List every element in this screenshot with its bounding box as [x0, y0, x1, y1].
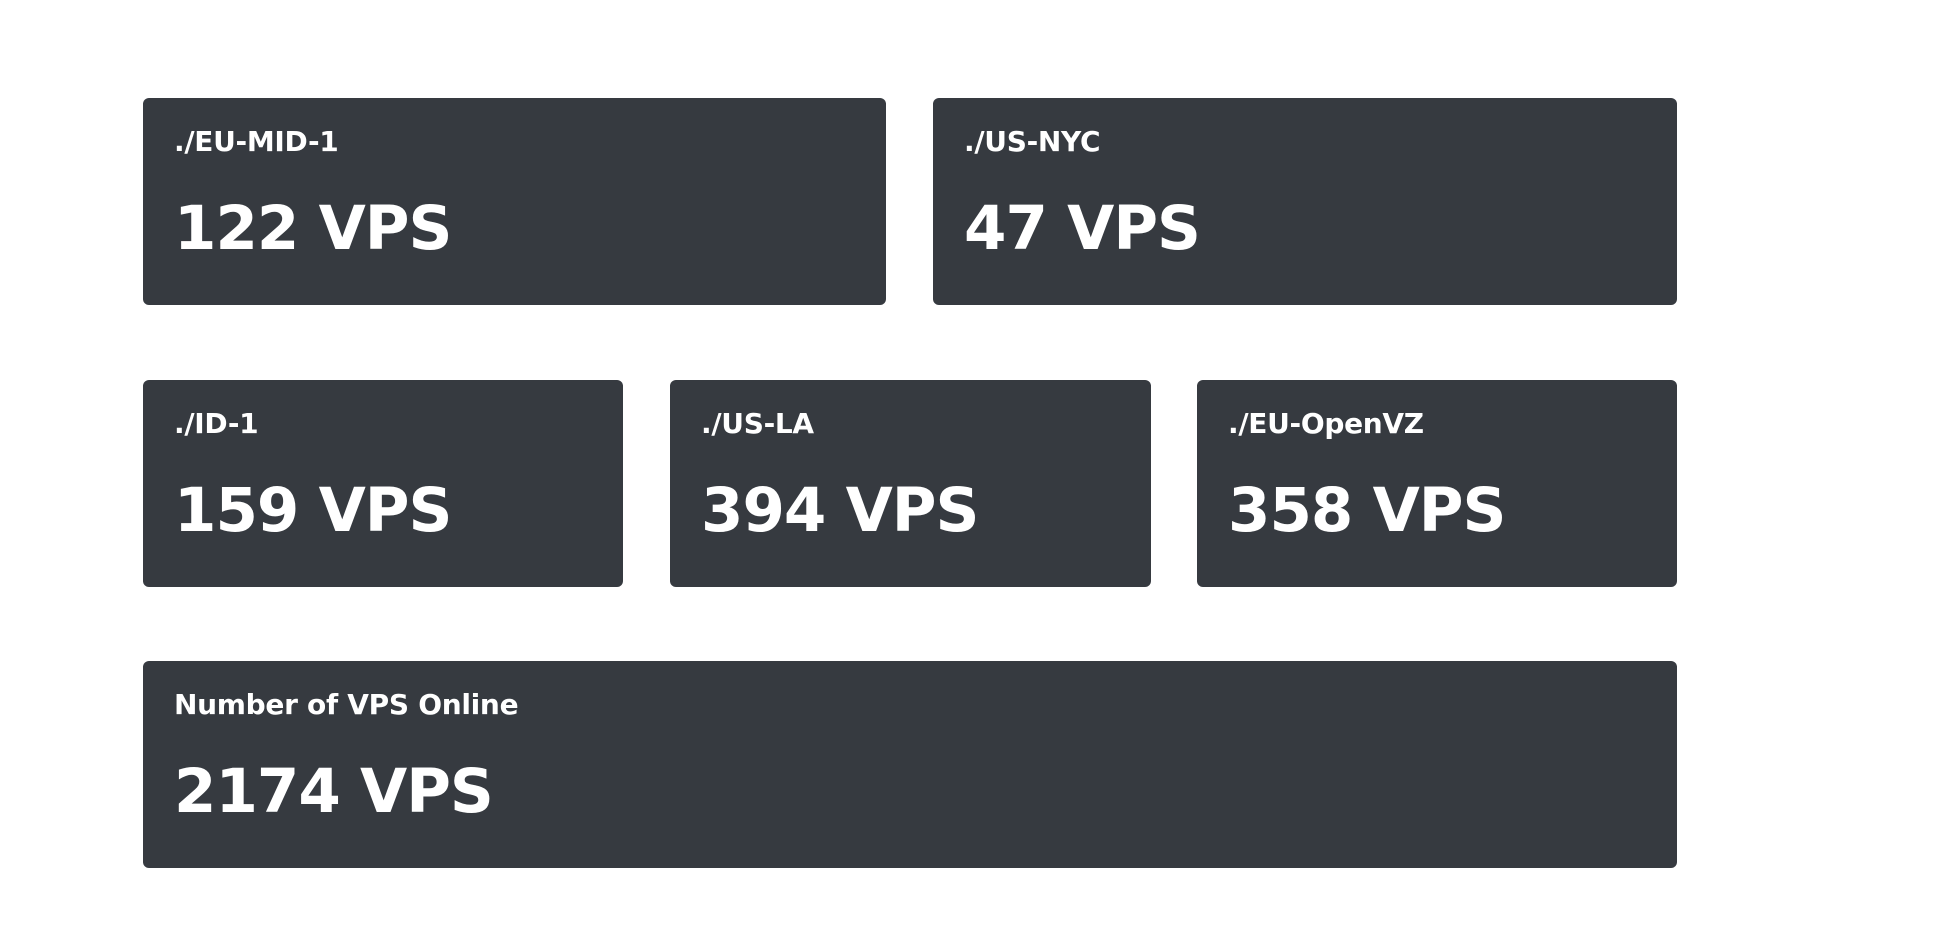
region-name: ./US-LA — [701, 407, 814, 440]
vps-count: 394 VPS — [701, 475, 979, 546]
region-name: ./US-NYC — [964, 125, 1101, 158]
region-name: ./ID-1 — [174, 407, 259, 440]
region-name: ./EU-MID-1 — [174, 125, 339, 158]
region-name: ./EU-OpenVZ — [1228, 407, 1424, 440]
region-card-us-nyc: ./US-NYC 47 VPS — [933, 98, 1677, 305]
region-card-us-la: ./US-LA 394 VPS — [670, 380, 1151, 587]
vps-count: 159 VPS — [174, 475, 452, 546]
region-card-eu-openvz: ./EU-OpenVZ 358 VPS — [1197, 380, 1677, 587]
region-card-eu-mid-1: ./EU-MID-1 122 VPS — [143, 98, 886, 305]
region-card-id-1: ./ID-1 159 VPS — [143, 380, 623, 587]
total-vps-card: Number of VPS Online 2174 VPS — [143, 661, 1677, 868]
total-label: Number of VPS Online — [174, 688, 519, 721]
vps-count: 358 VPS — [1228, 475, 1506, 546]
total-vps-count: 2174 VPS — [174, 756, 494, 827]
vps-count: 47 VPS — [964, 193, 1201, 264]
vps-count: 122 VPS — [174, 193, 452, 264]
